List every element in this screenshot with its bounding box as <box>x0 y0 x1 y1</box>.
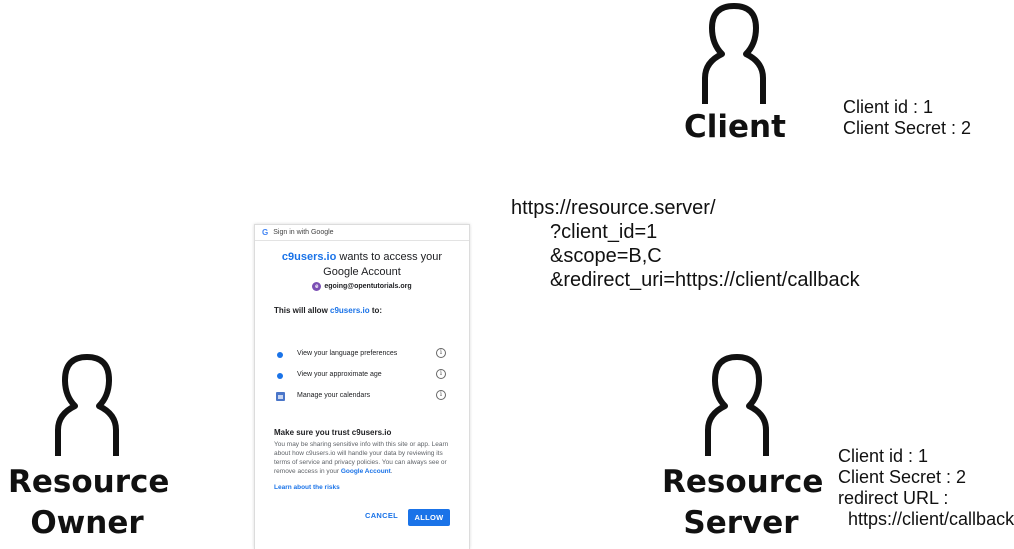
resource-owner-person-icon <box>49 352 125 458</box>
account-chip[interactable]: e egoing@opentutorials.org <box>255 282 469 291</box>
cancel-button[interactable]: CANCEL <box>365 511 398 520</box>
resource-server-person-icon <box>699 352 775 458</box>
permission-item-age: View your approximate age i <box>255 369 469 384</box>
avatar: e <box>312 282 322 291</box>
server-redirect-label: redirect URL : <box>838 488 949 508</box>
url-client-id: ?client_id=1 <box>550 221 658 243</box>
resource-owner-label: Resource Owner <box>8 464 170 541</box>
server-redirect-url: https://client/callback <box>838 509 1014 529</box>
url-scope: &scope=B,C <box>550 245 662 267</box>
client-label: Client <box>684 109 786 145</box>
client-person-icon <box>696 2 772 106</box>
server-client-secret-text: Client Secret : 2 <box>838 467 967 487</box>
authorization-request-url: https://resource.server/ ?client_id=1 &s… <box>511 196 860 292</box>
info-icon[interactable]: i <box>436 348 446 358</box>
dialog-title-brand: c9users.io <box>281 251 337 263</box>
info-icon[interactable]: i <box>436 390 446 400</box>
google-logo-icon: G <box>262 228 269 237</box>
dot-icon <box>277 352 283 358</box>
google-account-link[interactable]: Google Account <box>341 468 391 475</box>
learn-risks-link[interactable]: Learn about the risks <box>274 484 340 491</box>
info-icon[interactable]: i <box>436 369 446 379</box>
url-base: https://resource.server/ <box>511 197 716 219</box>
server-client-id-text: Client id : 1 <box>838 446 929 466</box>
client-secret-text: Client Secret : 2 <box>843 118 972 138</box>
calendar-icon <box>276 392 285 401</box>
url-redirect-uri: &redirect_uri=https://client/callback <box>550 269 860 291</box>
resource-server-label: Resource Server <box>662 464 824 541</box>
trust-heading: Make sure you trust c9users.io <box>274 428 392 437</box>
permission-item-language: View your language preferences i <box>255 348 469 363</box>
dialog-header: G Sign in with Google <box>255 225 469 241</box>
dot-icon <box>277 373 283 379</box>
allow-statement: This will allow c9users.io to: <box>274 306 383 315</box>
allow-button[interactable]: ALLOW <box>408 509 450 526</box>
client-credentials: Client id : 1 Client Secret : 2 <box>843 97 971 139</box>
google-consent-dialog: G Sign in with Google c9users.io wants t… <box>254 224 470 549</box>
resource-server-registration: Client id : 1 Client Secret : 2 redirect… <box>838 446 1014 530</box>
dialog-title: c9users.io wants to access your Google A… <box>281 251 443 278</box>
permission-item-calendars: Manage your calendars i <box>255 390 469 405</box>
trust-body: You may be sharing sensitive info with t… <box>274 441 449 475</box>
client-id-text: Client id : 1 <box>843 97 934 117</box>
account-email: egoing@opentutorials.org <box>324 283 412 290</box>
dialog-header-text: Sign in with Google <box>273 229 334 236</box>
